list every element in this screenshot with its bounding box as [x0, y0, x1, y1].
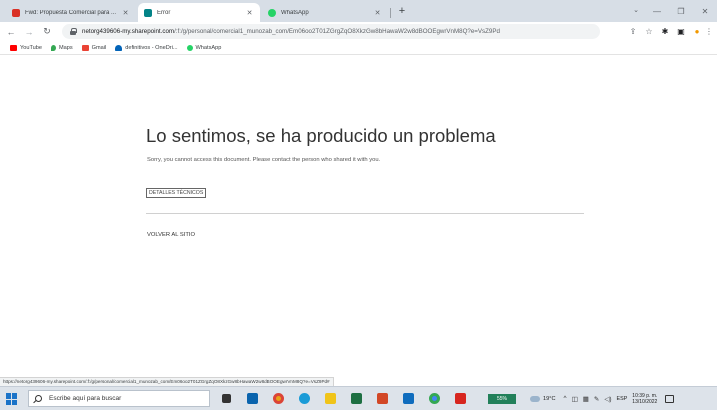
sharepoint-icon — [144, 8, 152, 17]
pen-icon[interactable]: ✎ — [594, 395, 599, 403]
profile-icon[interactable]: ● — [689, 24, 705, 39]
clock-time: 10:39 p. m. — [632, 392, 658, 399]
start-pane — [12, 399, 17, 405]
close-icon[interactable]: ✕ — [245, 9, 254, 17]
start-pane — [12, 393, 17, 399]
error-message: Sorry, you cannot access this document. … — [147, 157, 381, 163]
share-icon[interactable]: ⇪ — [625, 24, 641, 39]
bookmark-onedrive[interactable]: definitivos - OneDri... — [115, 44, 178, 51]
gmail-icon — [12, 8, 20, 17]
task-view-icon[interactable] — [218, 390, 235, 407]
windows-start-icon[interactable] — [6, 393, 18, 405]
search-icon — [35, 395, 42, 402]
tab-error[interactable]: Error ✕ — [138, 3, 260, 22]
lock-icon — [70, 28, 77, 35]
whatsapp-icon — [268, 8, 276, 17]
tab-strip: Fwd: Propuesta Comercial para ... ✕ Erro… — [0, 0, 717, 22]
volume-icon[interactable]: ◁) — [604, 395, 611, 403]
bookmark-star-icon[interactable]: ☆ — [641, 24, 657, 39]
clock-date: 13/10/2022 — [632, 398, 658, 405]
url-path: /:f:/g/personal/comercial1_munozab_com/E… — [174, 28, 500, 35]
bookmark-maps[interactable]: Maps — [50, 44, 73, 51]
bookmark-gmail[interactable]: Gmail — [81, 44, 107, 51]
restore-icon[interactable]: ❐ — [669, 0, 693, 22]
new-tab-button[interactable]: + — [396, 5, 408, 17]
close-icon[interactable]: ✕ — [121, 9, 130, 17]
url-text[interactable]: netorg439606-my.sharepoint.com/:f:/g/per… — [82, 28, 500, 35]
error-title: Lo sentimos, se ha producido un problema — [146, 125, 496, 146]
tab-title: WhatsApp — [281, 9, 309, 16]
minimize-icon[interactable]: — — [645, 0, 669, 22]
tab-whatsapp[interactable]: WhatsApp ✕ — [262, 3, 388, 22]
extensions-icon[interactable]: ✱ — [657, 24, 673, 39]
start-pane — [6, 393, 11, 399]
forward-arrow-icon[interactable]: → — [22, 25, 36, 39]
file-explorer-icon[interactable] — [322, 390, 339, 407]
battery-indicator[interactable]: 55% — [488, 393, 516, 404]
network-icon[interactable]: ◫ — [572, 395, 578, 403]
whatsapp-icon — [186, 44, 193, 51]
youtube-icon — [10, 44, 17, 51]
taskbar-search[interactable]: Escribe aquí para buscar — [28, 390, 210, 407]
divider — [146, 213, 584, 214]
tab-title: Fwd: Propuesta Comercial para ... — [25, 9, 117, 16]
start-pane — [6, 399, 11, 405]
language-indicator[interactable]: ESP — [617, 396, 628, 402]
technical-details-button[interactable]: DETALLES TÉCNICOS — [146, 188, 207, 198]
bookmarks-bar: YouTube Maps Gmail definitivos - OneDri.… — [0, 41, 717, 55]
menu-icon[interactable]: ⋮ — [705, 24, 713, 39]
bookmark-label: Gmail — [91, 44, 107, 51]
bookmark-whatsapp[interactable]: WhatsApp — [186, 44, 222, 51]
mail-icon[interactable] — [244, 390, 261, 407]
chrome-icon[interactable] — [270, 390, 287, 407]
taskbar: Escribe aquí para buscar 55% 19°C ^ ◫ ▦ … — [0, 386, 717, 410]
tab-title: Error — [157, 9, 171, 16]
maps-icon — [50, 44, 56, 51]
onedrive-icon — [115, 44, 123, 51]
bookmark-label: Maps — [58, 44, 73, 51]
close-window-icon[interactable]: ✕ — [693, 0, 717, 22]
bookmark-label: definitivos - OneDri... — [125, 44, 178, 51]
cloud-icon — [530, 395, 540, 402]
browser-toolbar: ← → ↻ netorg439606-my.sharepoint.com/:f:… — [0, 22, 717, 41]
address-bar[interactable]: netorg439606-my.sharepoint.com/:f:/g/per… — [62, 24, 600, 39]
back-arrow-icon[interactable]: ← — [4, 25, 18, 39]
excel-icon[interactable] — [348, 390, 365, 407]
edge-icon[interactable] — [296, 390, 313, 407]
page-content: Lo sentimos, se ha producido un problema… — [0, 55, 717, 377]
ime-icon[interactable]: ▦ — [583, 395, 589, 403]
bookmark-label: YouTube — [20, 44, 42, 51]
powerpoint-icon[interactable] — [374, 390, 391, 407]
system-tray: 55% 19°C ^ ◫ ▦ ✎ ◁) ESP 10:39 p. m. 13/1… — [488, 390, 675, 407]
clock[interactable]: 10:39 p. m. 13/10/2022 — [632, 393, 657, 405]
toolbar-actions: ⇪ ☆ ✱ ▣ ● ⋮ — [625, 24, 713, 39]
bookmark-label: WhatsApp — [195, 44, 222, 51]
taskbar-apps — [218, 390, 478, 407]
status-url-bubble: https://netorg439606-my.sharepoint.com/:… — [0, 377, 334, 386]
acrobat-icon[interactable] — [452, 390, 469, 407]
url-host: netorg439606-my.sharepoint.com — [82, 28, 175, 35]
window-controls: — ❐ ✕ — [645, 0, 717, 22]
chevron-up-icon[interactable]: ^ — [564, 395, 567, 402]
gmail-icon — [81, 44, 89, 51]
weather-widget[interactable]: 19°C — [530, 395, 556, 402]
outlook-icon[interactable] — [400, 390, 417, 407]
reload-icon[interactable]: ↻ — [40, 25, 54, 39]
tab-separator — [390, 8, 391, 18]
back-to-site-link[interactable]: VOLVER AL SITIO — [147, 232, 195, 238]
search-placeholder: Escribe aquí para buscar — [49, 395, 122, 402]
tab-gmail[interactable]: Fwd: Propuesta Comercial para ... ✕ — [6, 3, 136, 22]
tab-search-icon[interactable]: ⌄ — [633, 6, 639, 14]
weather-temp: 19°C — [543, 395, 556, 402]
side-panel-icon[interactable]: ▣ — [673, 24, 689, 39]
bookmark-youtube[interactable]: YouTube — [10, 44, 42, 51]
chrome-profile-icon[interactable] — [426, 390, 443, 407]
close-icon[interactable]: ✕ — [373, 9, 382, 17]
notification-icon[interactable] — [665, 394, 675, 403]
